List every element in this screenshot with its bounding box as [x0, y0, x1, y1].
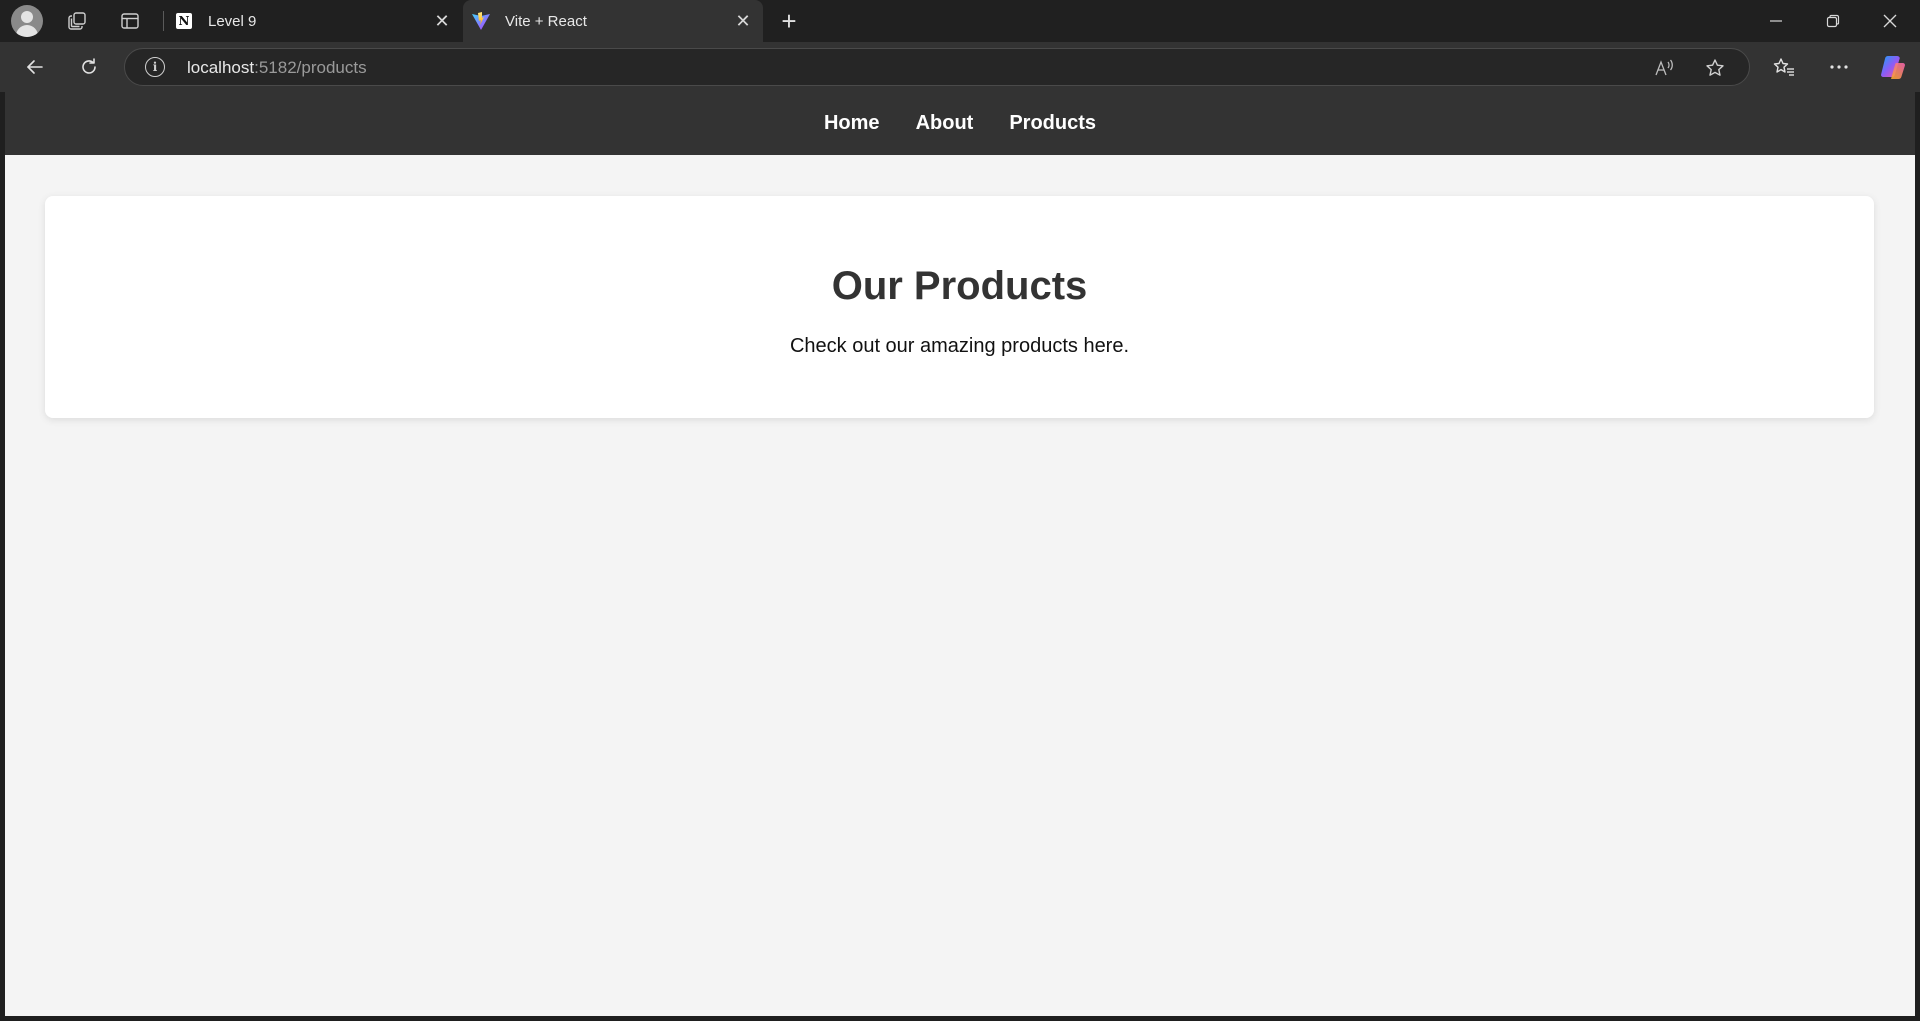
- tab-title: Level 9: [208, 12, 257, 30]
- vite-icon: [471, 11, 491, 31]
- url-text[interactable]: localhost:5182/products: [187, 58, 367, 78]
- products-card: Our Products Check out our amazing produ…: [45, 196, 1874, 418]
- back-button[interactable]: [18, 51, 52, 83]
- close-window-button[interactable]: [1862, 0, 1918, 42]
- url-path: :5182/products: [254, 58, 367, 77]
- address-bar[interactable]: i localhost:5182/products: [124, 48, 1750, 86]
- nav-link-products[interactable]: Products: [991, 112, 1114, 135]
- url-host: localhost: [187, 58, 255, 77]
- page-description: Check out our amazing products here.: [789, 335, 1130, 357]
- tab-strip: N Level 9 ✕ Vite + React ✕ +: [0, 0, 1920, 42]
- new-tab-button[interactable]: +: [774, 6, 804, 36]
- close-tab-icon[interactable]: ✕: [729, 7, 757, 35]
- browser-toolbar: i localhost:5182/products: [0, 42, 1920, 92]
- tab-level-9[interactable]: N Level 9 ✕: [166, 0, 462, 42]
- page-viewport: Home About Products Our Products Check o…: [5, 92, 1915, 1016]
- restore-button[interactable]: [1805, 0, 1861, 42]
- favorite-star-icon[interactable]: [1703, 56, 1727, 80]
- tab-separator: [163, 11, 164, 31]
- more-options-icon[interactable]: [1822, 51, 1856, 83]
- close-tab-icon[interactable]: ✕: [428, 7, 456, 35]
- page-title: Our Products: [831, 264, 1088, 308]
- site-navbar: Home About Products: [5, 92, 1915, 155]
- minimize-button[interactable]: [1748, 0, 1804, 42]
- notion-icon: N: [174, 11, 194, 31]
- vertical-tabs-icon[interactable]: [115, 7, 145, 35]
- read-aloud-icon[interactable]: [1653, 56, 1677, 80]
- profile-avatar[interactable]: [11, 5, 43, 37]
- refresh-button[interactable]: [72, 51, 106, 83]
- nav-link-about[interactable]: About: [898, 112, 992, 135]
- copilot-icon[interactable]: [1876, 51, 1910, 83]
- nav-link-home[interactable]: Home: [806, 112, 898, 135]
- tab-title: Vite + React: [505, 12, 587, 30]
- workspaces-icon[interactable]: [62, 7, 92, 35]
- tab-vite-react[interactable]: Vite + React ✕: [463, 0, 763, 42]
- favorites-icon[interactable]: [1767, 51, 1801, 83]
- site-info-icon[interactable]: i: [145, 57, 165, 77]
